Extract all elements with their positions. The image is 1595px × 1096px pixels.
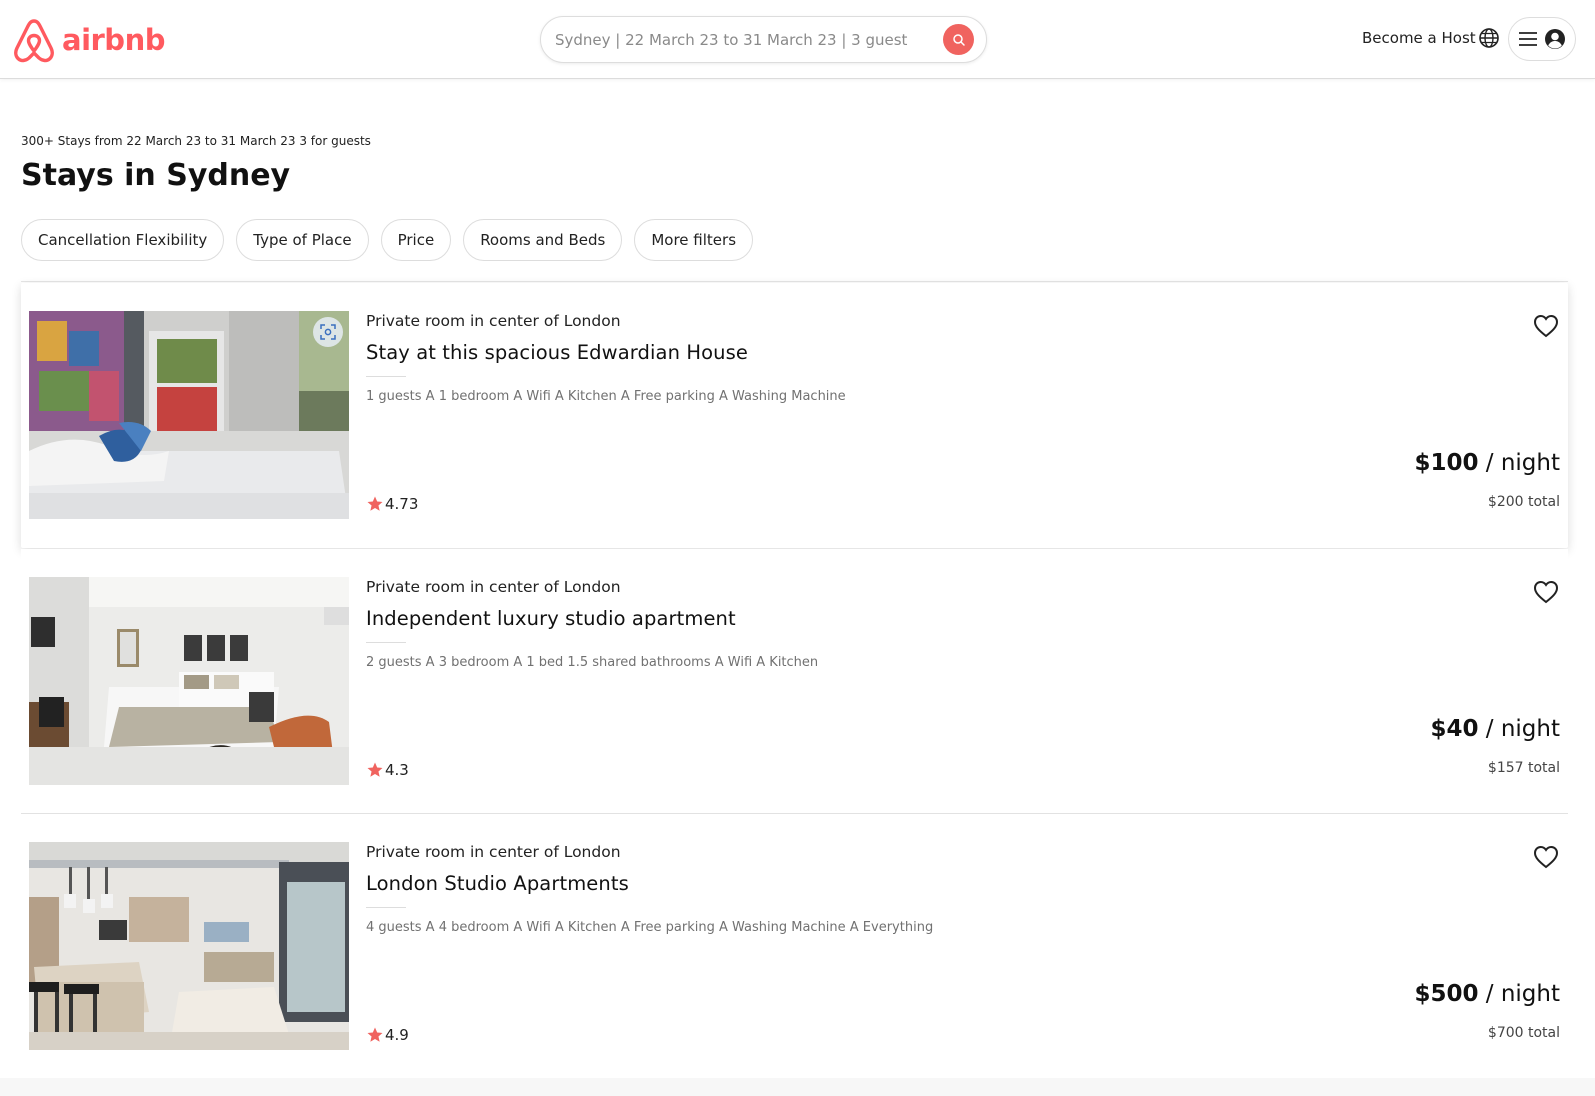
brand-name: airbnb	[62, 23, 165, 57]
price-unit: / night	[1478, 450, 1560, 476]
listing-amenities: 4 guests A 4 bedroom A Wifi A Kitchen A …	[366, 920, 934, 935]
page-title: Stays in Sydney	[21, 158, 291, 193]
studio-photo	[29, 577, 349, 785]
listing-total: $200 total	[1487, 494, 1560, 510]
star-icon	[367, 1027, 383, 1042]
heart-icon[interactable]	[1532, 312, 1560, 340]
listing-rating: 4.73	[366, 495, 418, 513]
listing-photo[interactable]	[29, 577, 349, 785]
search-icon	[952, 33, 965, 46]
listing-price: $100 / night	[1414, 450, 1560, 476]
listing-card[interactable]: Private room in center of London Indepen…	[21, 549, 1568, 814]
listing-card[interactable]: Private room in center of London London …	[21, 814, 1568, 1079]
listing-title[interactable]: Stay at this spacious Edwardian House	[366, 341, 748, 364]
star-icon	[367, 762, 383, 777]
listing-rating: 4.3	[366, 761, 409, 779]
divider	[366, 907, 406, 908]
filter-type-of-place[interactable]: Type of Place	[236, 219, 369, 261]
listing-total: $157 total	[1487, 760, 1560, 776]
listing-amenities: 2 guests A 3 bedroom A 1 bed 1.5 shared …	[366, 655, 819, 670]
filter-rooms-and-beds[interactable]: Rooms and Beds	[463, 219, 623, 261]
search-input[interactable]	[555, 30, 943, 49]
user-avatar-icon	[1545, 29, 1565, 49]
listing-price: $500 / night	[1414, 981, 1560, 1007]
listing-title[interactable]: London Studio Apartments	[366, 872, 629, 895]
results-summary: 300+ Stays from 22 March 23 to 31 March …	[21, 134, 371, 148]
photo-scan-badge[interactable]	[313, 317, 343, 347]
search-button[interactable]	[943, 24, 974, 55]
divider	[21, 281, 1568, 282]
listing-amenities: 1 guests A 1 bedroom A Wifi A Kitchen A …	[366, 389, 846, 404]
price-amount: $40	[1430, 716, 1479, 742]
page-footer-strip	[0, 1078, 1595, 1096]
hamburger-menu-icon	[1519, 32, 1537, 46]
filter-cancellation-flexibility[interactable]: Cancellation Flexibility	[21, 219, 225, 261]
airbnb-logo-icon	[14, 19, 54, 63]
heart-icon[interactable]	[1532, 843, 1560, 871]
price-unit: / night	[1478, 981, 1560, 1007]
rating-value: 4.3	[385, 761, 409, 779]
filter-price[interactable]: Price	[380, 219, 452, 261]
price-amount: $500	[1414, 981, 1479, 1007]
globe-icon[interactable]	[1478, 27, 1500, 49]
listing-subtitle: Private room in center of London	[366, 578, 621, 596]
airbnb-logo[interactable]: airbnb	[12, 16, 165, 64]
price-unit: / night	[1478, 716, 1560, 742]
rating-value: 4.73	[385, 495, 419, 513]
top-navigation-bar: airbnb Become a Host	[0, 0, 1595, 79]
scan-icon	[320, 324, 336, 340]
listing-photo[interactable]	[29, 842, 349, 1050]
search-bar	[540, 16, 987, 63]
become-a-host-link[interactable]: Become a Host	[1362, 29, 1476, 47]
filter-more-filters[interactable]: More filters	[634, 219, 754, 261]
listing-title[interactable]: Independent luxury studio apartment	[366, 607, 736, 630]
heart-icon[interactable]	[1532, 578, 1560, 606]
listing-subtitle: Private room in center of London	[366, 312, 621, 330]
listing-total: $700 total	[1487, 1025, 1560, 1041]
kitchen-photo	[29, 842, 349, 1050]
listing-price: $40 / night	[1430, 716, 1560, 742]
rating-value: 4.9	[385, 1026, 409, 1044]
listing-card[interactable]: Private room in center of London Stay at…	[21, 283, 1568, 548]
listing-rating: 4.9	[366, 1026, 409, 1044]
divider	[366, 642, 406, 643]
star-icon	[367, 496, 383, 511]
user-menu-button[interactable]	[1508, 17, 1576, 61]
filter-bar: Cancellation Flexibility Type of Place P…	[21, 219, 754, 261]
bedroom-photo	[29, 311, 349, 519]
listing-subtitle: Private room in center of London	[366, 843, 621, 861]
listing-photo[interactable]	[29, 311, 349, 519]
divider	[366, 376, 406, 377]
price-amount: $100	[1414, 450, 1479, 476]
